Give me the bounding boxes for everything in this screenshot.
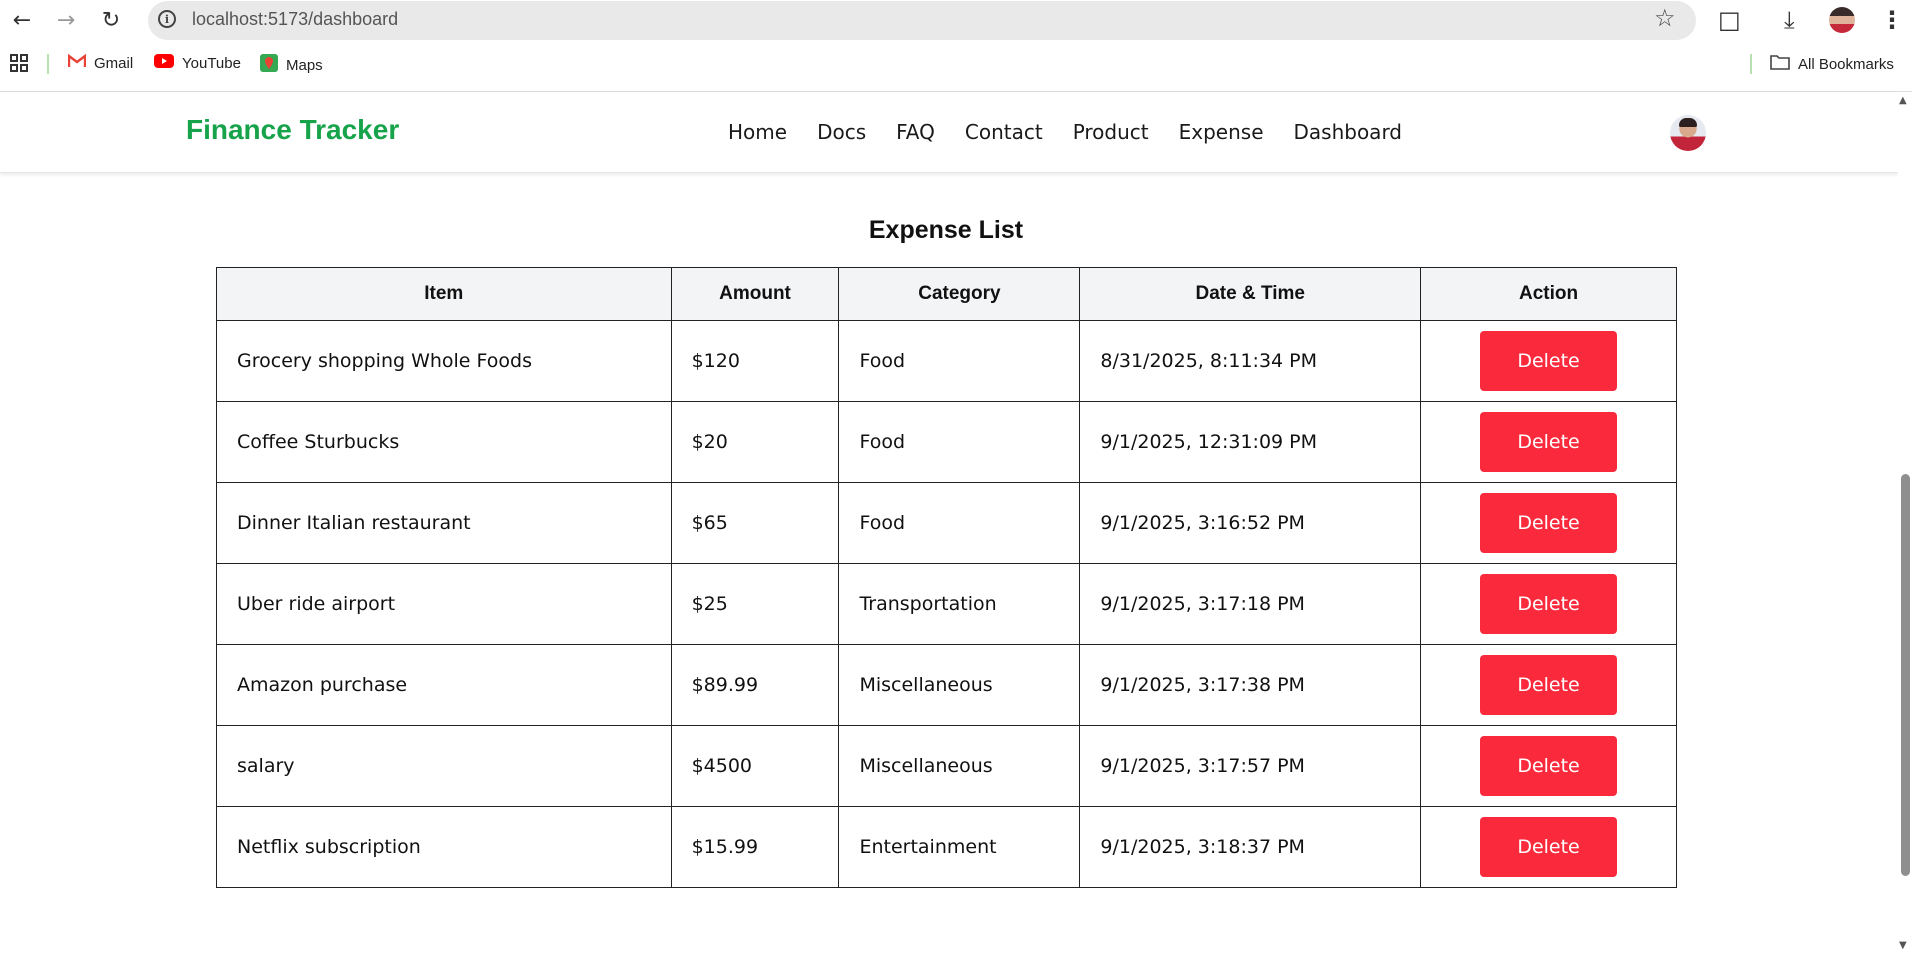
scroll-down-arrow-icon[interactable]: ▼: [1899, 940, 1907, 951]
bookmark-label: Gmail: [94, 54, 134, 72]
back-arrow-icon[interactable]: ←: [8, 8, 36, 33]
url-text[interactable]: localhost:5173/dashboard: [192, 9, 398, 30]
table-row: Coffee Sturbucks $20 Food 9/1/2025, 12:3…: [216, 401, 1677, 483]
scroll-up-arrow-icon[interactable]: ▲: [1899, 95, 1907, 106]
apps-grid-icon[interactable]: [10, 54, 28, 72]
maps-icon: [260, 54, 278, 76]
column-header-action: Action: [1420, 267, 1677, 321]
cell-datetime: 8/31/2025, 8:11:34 PM: [1079, 320, 1422, 402]
cell-amount: $89.99: [670, 644, 840, 726]
delete-button[interactable]: Delete: [1480, 655, 1618, 715]
gmail-icon: [67, 53, 87, 72]
site-info-icon[interactable]: i: [158, 10, 176, 28]
bookmark-star-icon[interactable]: ☆: [1654, 4, 1676, 32]
cell-action: Delete: [1420, 806, 1677, 888]
nav-product[interactable]: Product: [1073, 120, 1149, 144]
cell-action: Delete: [1420, 725, 1677, 807]
delete-button[interactable]: Delete: [1480, 412, 1618, 472]
cell-item: Coffee Sturbucks: [216, 401, 672, 483]
brand-logo[interactable]: Finance Tracker: [186, 114, 399, 146]
cell-action: Delete: [1420, 644, 1677, 726]
cell-datetime: 9/1/2025, 3:17:38 PM: [1079, 644, 1422, 726]
bookmark-label: Maps: [286, 56, 323, 74]
cell-category: Food: [838, 482, 1081, 564]
nav-dashboard[interactable]: Dashboard: [1294, 120, 1403, 144]
table-row: Uber ride airport $25 Transportation 9/1…: [216, 563, 1677, 645]
site-navbar: Finance Tracker Home Docs FAQ Contact Pr…: [0, 92, 1898, 173]
cell-action: Delete: [1420, 482, 1677, 564]
cell-amount: $20: [670, 401, 840, 483]
cell-action: Delete: [1420, 320, 1677, 402]
cell-item: Grocery shopping Whole Foods: [216, 320, 672, 402]
nav-contact[interactable]: Contact: [965, 120, 1043, 144]
forward-arrow-icon[interactable]: →: [52, 8, 80, 33]
expense-table: Item Amount Category Date & Time Action …: [216, 267, 1677, 888]
all-bookmarks-label: All Bookmarks: [1798, 55, 1894, 73]
nav-expense[interactable]: Expense: [1179, 120, 1264, 144]
cell-item: Netflix subscription: [216, 806, 672, 888]
cell-datetime: 9/1/2025, 3:17:57 PM: [1079, 725, 1422, 807]
bookmark-youtube[interactable]: YouTube: [154, 54, 241, 72]
cell-item: Dinner Italian restaurant: [216, 482, 672, 564]
extensions-icon[interactable]: □: [1718, 6, 1741, 34]
user-avatar[interactable]: [1670, 115, 1706, 151]
column-header-amount: Amount: [670, 267, 840, 321]
nav-docs[interactable]: Docs: [817, 120, 866, 144]
cell-action: Delete: [1420, 401, 1677, 483]
cell-amount: $120: [670, 320, 840, 402]
main-menu: Home Docs FAQ Contact Product Expense Da…: [728, 120, 1402, 144]
table-row: Grocery shopping Whole Foods $120 Food 8…: [216, 320, 1677, 402]
cell-action: Delete: [1420, 563, 1677, 645]
folder-icon: [1770, 54, 1790, 74]
cell-amount: $15.99: [670, 806, 840, 888]
bookmarks-bar: Gmail YouTube Maps All Bookmarks: [0, 46, 1912, 84]
cell-category: Miscellaneous: [838, 725, 1081, 807]
bookmark-maps[interactable]: Maps: [260, 54, 323, 76]
browser-profile-avatar[interactable]: [1829, 7, 1855, 33]
table-row: salary $4500 Miscellaneous 9/1/2025, 3:1…: [216, 725, 1677, 807]
cell-item: salary: [216, 725, 672, 807]
column-header-datetime: Date & Time: [1079, 267, 1422, 321]
delete-button[interactable]: Delete: [1480, 817, 1618, 877]
all-bookmarks[interactable]: All Bookmarks: [1770, 54, 1894, 74]
cell-datetime: 9/1/2025, 12:31:09 PM: [1079, 401, 1422, 483]
bookmark-separator: [47, 54, 49, 74]
cell-category: Entertainment: [838, 806, 1081, 888]
table-row: Dinner Italian restaurant $65 Food 9/1/2…: [216, 482, 1677, 564]
delete-button[interactable]: Delete: [1480, 493, 1618, 553]
column-header-category: Category: [838, 267, 1081, 321]
table-row: Amazon purchase $89.99 Miscellaneous 9/1…: [216, 644, 1677, 726]
page-title: Expense List: [868, 216, 1024, 244]
delete-button[interactable]: Delete: [1480, 736, 1618, 796]
delete-button[interactable]: Delete: [1480, 574, 1618, 634]
cell-category: Food: [838, 320, 1081, 402]
download-icon[interactable]: ⤓: [1784, 6, 1795, 34]
table-header-row: Item Amount Category Date & Time Action: [216, 267, 1677, 321]
menu-kebab-icon[interactable]: ⋮: [1880, 6, 1904, 34]
cell-item: Amazon purchase: [216, 644, 672, 726]
youtube-icon: [154, 54, 174, 72]
table-row: Netflix subscription $15.99 Entertainmen…: [216, 806, 1677, 888]
cell-category: Miscellaneous: [838, 644, 1081, 726]
scrollbar-thumb[interactable]: [1901, 474, 1910, 876]
bookmark-separator: [1750, 54, 1752, 74]
cell-datetime: 9/1/2025, 3:17:18 PM: [1079, 563, 1422, 645]
browser-toolbar: ← → ↻ i localhost:5173/dashboard ☆ □ ⤓ ⋮: [0, 0, 1912, 40]
reload-icon[interactable]: ↻: [97, 8, 125, 33]
nav-faq[interactable]: FAQ: [896, 120, 935, 144]
cell-amount: $65: [670, 482, 840, 564]
delete-button[interactable]: Delete: [1480, 331, 1618, 391]
cell-amount: $25: [670, 563, 840, 645]
cell-category: Food: [838, 401, 1081, 483]
cell-item: Uber ride airport: [216, 563, 672, 645]
nav-home[interactable]: Home: [728, 120, 787, 144]
column-header-item: Item: [216, 267, 672, 321]
cell-amount: $4500: [670, 725, 840, 807]
cell-datetime: 9/1/2025, 3:16:52 PM: [1079, 482, 1422, 564]
cell-datetime: 9/1/2025, 3:18:37 PM: [1079, 806, 1422, 888]
cell-category: Transportation: [838, 563, 1081, 645]
bookmark-label: YouTube: [182, 54, 241, 72]
bookmark-gmail[interactable]: Gmail: [67, 53, 134, 72]
